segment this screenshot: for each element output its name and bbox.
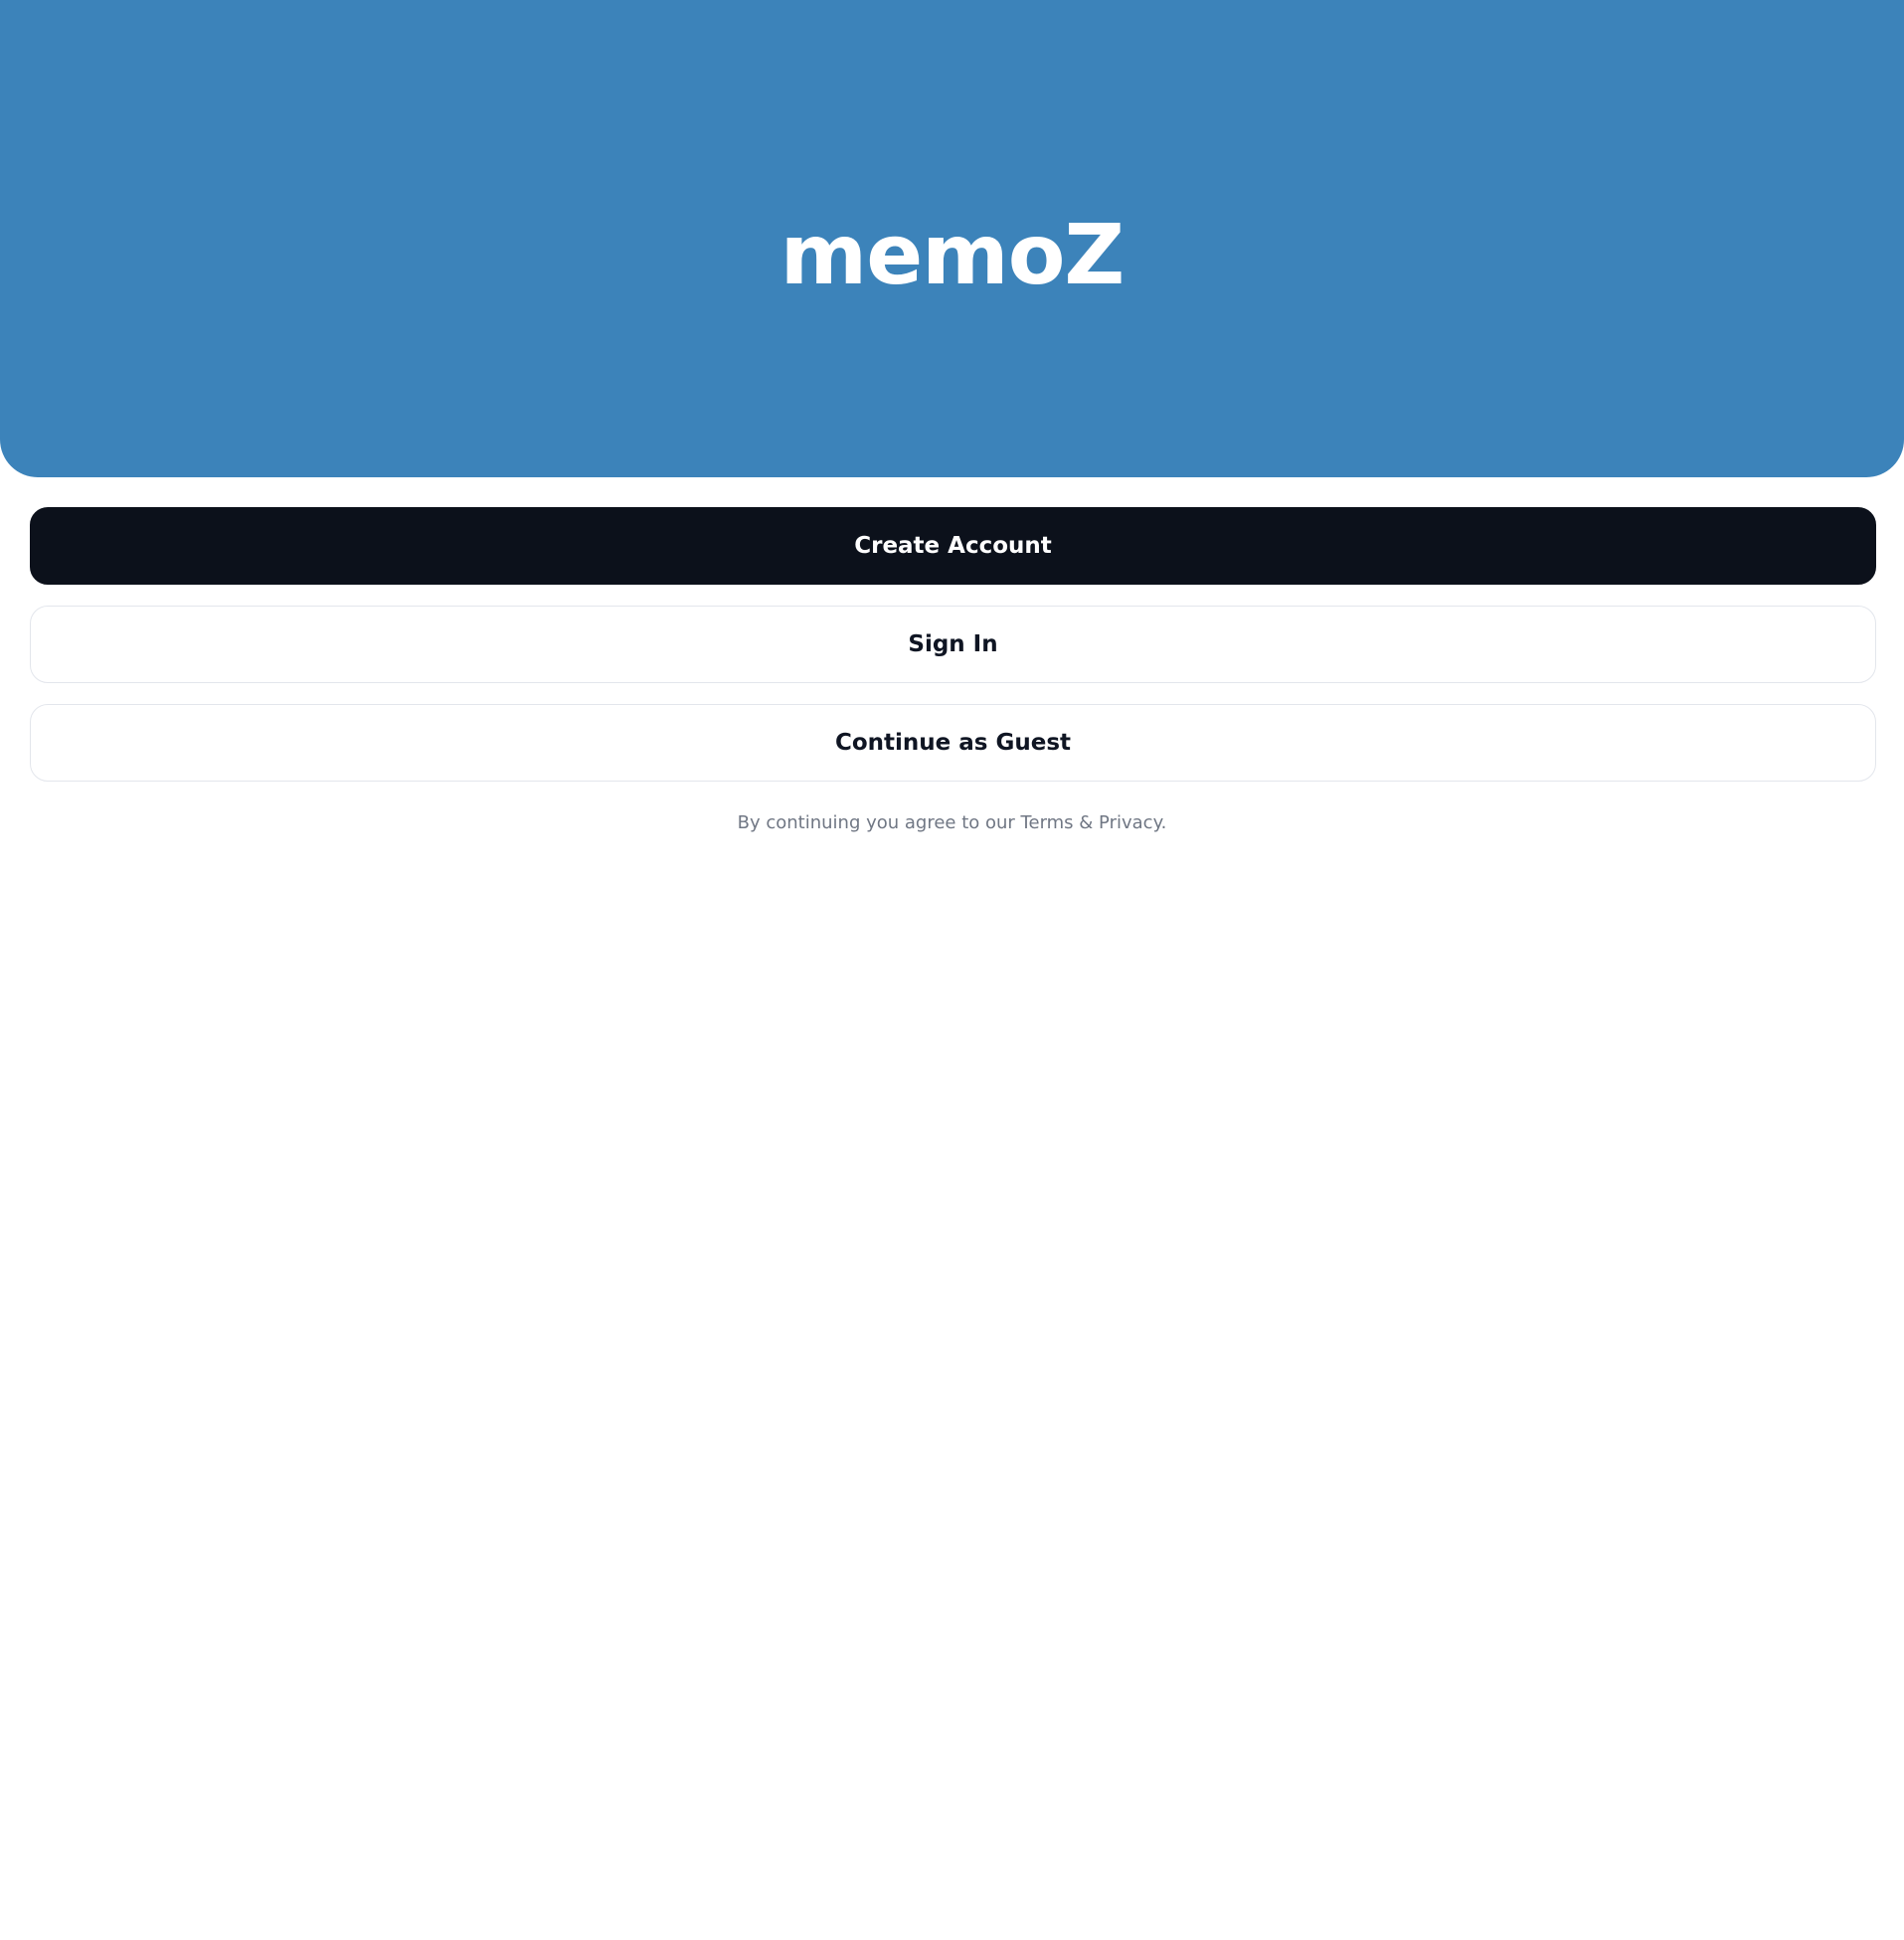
auth-actions: Create Account Sign In Continue as Guest [30, 507, 1876, 782]
welcome-screen: memoZ Create Account Sign In Continue as… [0, 0, 1904, 1940]
continue-as-guest-button[interactable]: Continue as Guest [30, 704, 1876, 782]
hero-banner: memoZ [0, 0, 1904, 477]
sign-in-button[interactable]: Sign In [30, 606, 1876, 683]
terms-notice: By continuing you agree to our Terms & P… [737, 812, 1167, 833]
app-title: memoZ [779, 206, 1125, 303]
create-account-button[interactable]: Create Account [30, 507, 1876, 585]
